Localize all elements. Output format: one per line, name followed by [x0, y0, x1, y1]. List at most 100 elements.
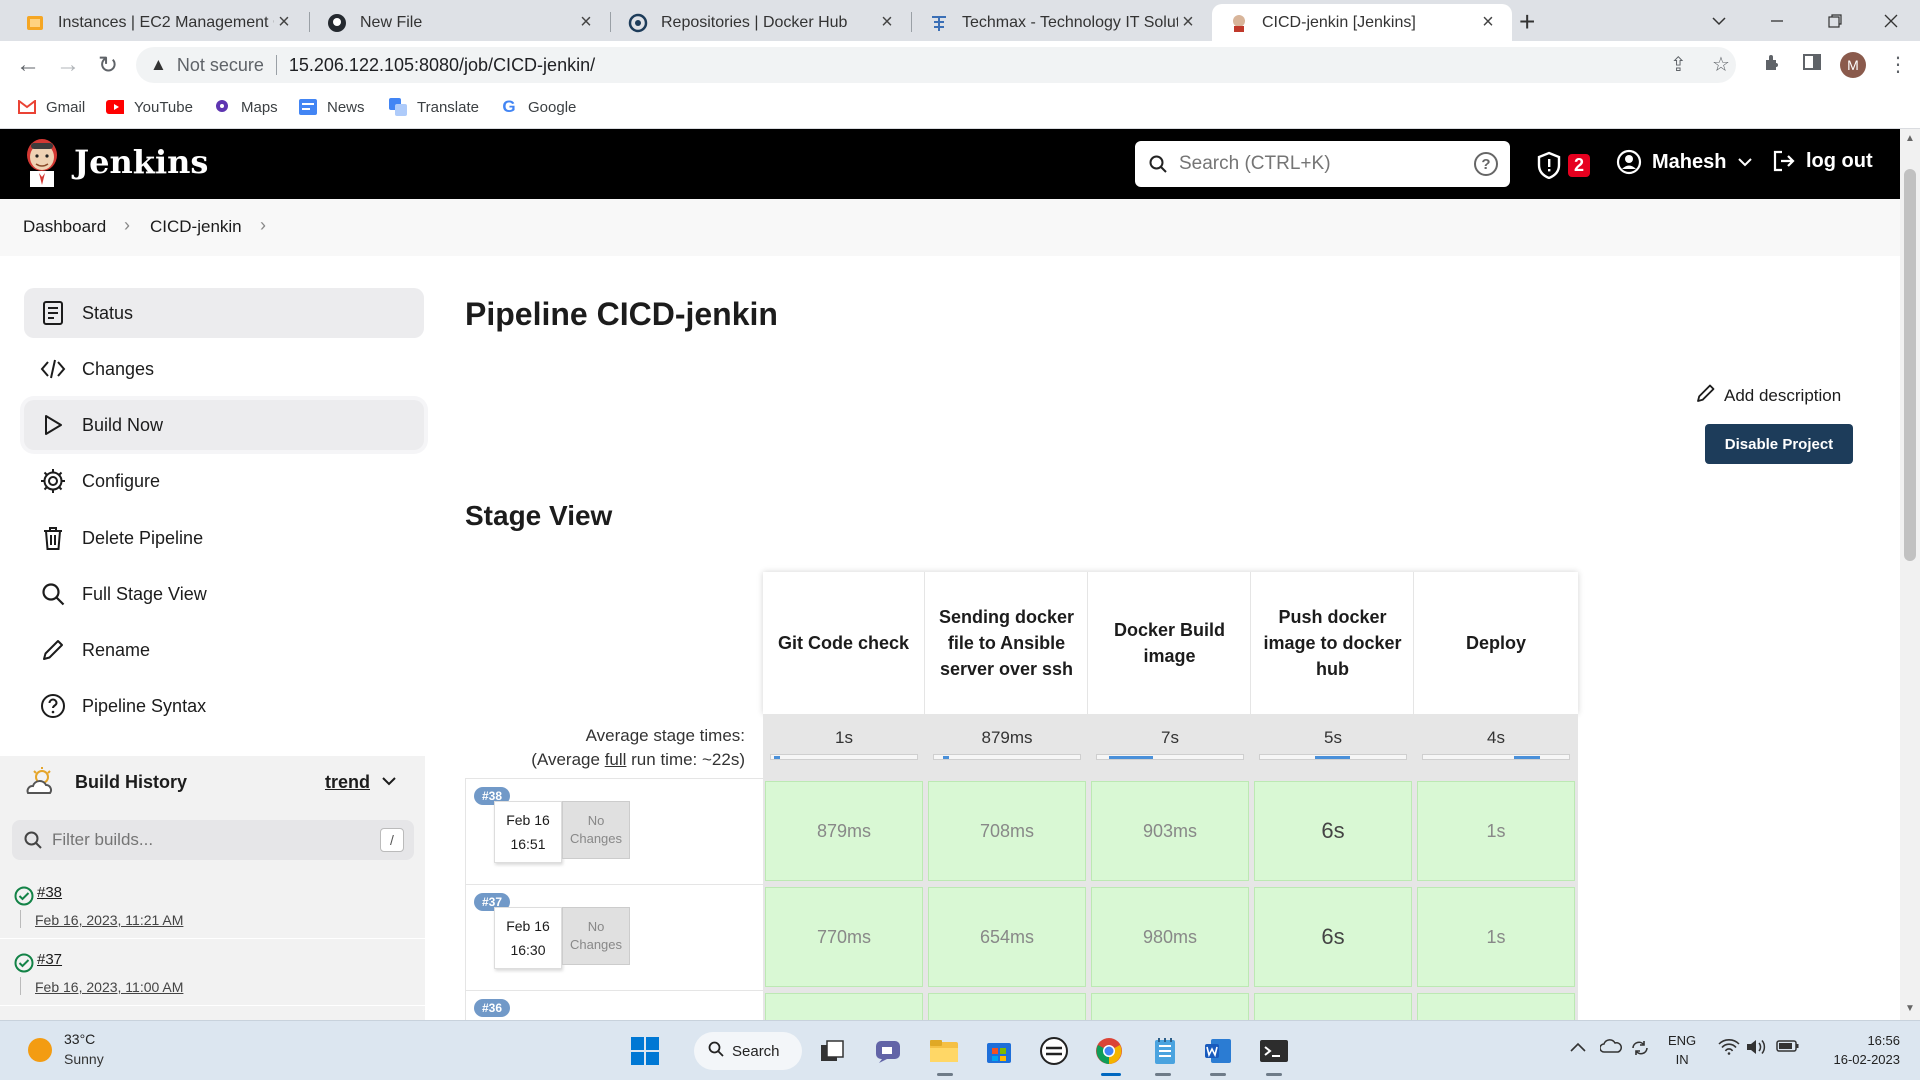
bookmark-youtube[interactable]: YouTube — [106, 98, 193, 116]
profile-avatar[interactable]: M — [1840, 52, 1866, 78]
notepad-icon[interactable] — [1148, 1034, 1182, 1068]
extensions-icon[interactable] — [1762, 52, 1782, 78]
add-description-link[interactable]: Add description — [1696, 383, 1841, 408]
terminal-icon[interactable] — [1257, 1034, 1291, 1068]
microsoft-store-icon[interactable] — [982, 1034, 1016, 1068]
sidebar-item-delete-pipeline[interactable]: Delete Pipeline — [24, 513, 424, 563]
close-icon[interactable]: × — [274, 11, 294, 34]
sidebar-item-full-stage-view[interactable]: Full Stage View — [24, 569, 424, 619]
taskbar-search[interactable]: Search — [694, 1032, 802, 1070]
dell-icon[interactable] — [1037, 1034, 1071, 1068]
stage-cell[interactable]: 6s — [1254, 781, 1412, 881]
bookmark-news[interactable]: News — [299, 98, 365, 116]
search-help-icon[interactable]: ? — [1474, 152, 1498, 176]
build-history-row[interactable]: #38 Feb 16, 2023, 11:21 AM — [0, 872, 425, 938]
sidebar-item-configure[interactable]: Configure — [24, 456, 424, 506]
close-icon[interactable]: × — [1178, 11, 1198, 34]
stage-cell[interactable] — [1254, 993, 1412, 1020]
address-bar[interactable]: ▲ Not secure 15.206.122.105:8080/job/CIC… — [136, 47, 1736, 83]
build-row-info[interactable]: #38 Feb 16 16:51 No Changes — [465, 778, 763, 884]
side-panel-icon[interactable] — [1802, 52, 1822, 78]
language-indicator[interactable]: ENG IN — [1668, 1031, 1696, 1069]
user-menu[interactable]: Mahesh — [1616, 149, 1753, 175]
volume-icon[interactable] — [1746, 1039, 1768, 1060]
jenkins-search-box[interactable]: ? — [1135, 141, 1510, 187]
disable-project-button[interactable]: Disable Project — [1705, 424, 1853, 464]
stage-cell[interactable] — [1091, 993, 1249, 1020]
build-number-link[interactable]: #37 — [37, 951, 62, 968]
build-date-link[interactable]: Feb 16, 2023, 11:00 AM — [35, 979, 183, 995]
stage-cell[interactable] — [928, 993, 1086, 1020]
chevron-right-icon[interactable]: › — [260, 215, 266, 236]
breadcrumb-dashboard[interactable]: Dashboard — [23, 217, 106, 237]
build-filter-box[interactable]: / — [12, 820, 414, 860]
bookmark-maps[interactable]: Maps — [213, 98, 278, 116]
close-window-icon[interactable] — [1862, 0, 1920, 41]
breadcrumb-job[interactable]: CICD-jenkin — [150, 217, 242, 237]
jenkins-search-input[interactable] — [1179, 153, 1459, 175]
sun-icon[interactable] — [28, 1038, 52, 1062]
stage-cell[interactable]: 708ms — [928, 781, 1086, 881]
back-icon[interactable]: ← — [14, 51, 42, 79]
word-icon[interactable] — [1201, 1034, 1235, 1068]
build-history-trend-link[interactable]: trend — [325, 772, 370, 793]
build-history-row[interactable] — [0, 1006, 425, 1020]
system-clock[interactable]: 16:56 16-02-2023 — [1820, 1031, 1901, 1069]
windows-start-icon[interactable] — [628, 1034, 662, 1068]
browser-tab-dockerhub[interactable]: Repositories | Docker Hub × — [611, 4, 911, 41]
scroll-down-icon[interactable]: ▼ — [1905, 1003, 1915, 1014]
build-badge[interactable]: #36 — [474, 999, 511, 1017]
build-date-link[interactable]: Feb 16, 2023, 11:21 AM — [35, 912, 183, 928]
stage-cell[interactable]: 1s — [1417, 781, 1575, 881]
stage-cell[interactable]: 1s — [1417, 887, 1575, 987]
build-row-info[interactable]: #36 — [465, 990, 763, 1020]
sidebar-item-status[interactable]: Status — [24, 288, 424, 338]
chevron-down-icon[interactable] — [382, 773, 396, 791]
browser-tab-techmax[interactable]: Techmax - Technology IT Solution × — [912, 4, 1212, 41]
stage-cell[interactable] — [765, 993, 923, 1020]
weather-temperature[interactable]: 33°C — [64, 1031, 95, 1047]
sync-icon[interactable] — [1630, 1039, 1650, 1062]
scroll-up-icon[interactable]: ▲ — [1905, 133, 1915, 144]
close-icon[interactable]: × — [1478, 11, 1498, 34]
chrome-icon[interactable] — [1092, 1034, 1126, 1068]
teams-chat-icon[interactable] — [871, 1034, 905, 1068]
share-icon[interactable]: ⇪ — [1670, 52, 1687, 77]
sidebar-item-build-now[interactable]: Build Now — [24, 400, 424, 450]
bookmark-google[interactable]: G Google — [500, 97, 576, 116]
browser-tab-github[interactable]: New File × — [310, 4, 610, 41]
security-alerts[interactable]: 2 — [1536, 151, 1591, 179]
logout-link[interactable]: log out — [1772, 149, 1873, 173]
wifi-icon[interactable] — [1718, 1039, 1740, 1060]
bookmark-gmail[interactable]: Gmail — [18, 98, 85, 116]
browser-menu-icon[interactable]: ⋮ — [1888, 52, 1908, 77]
sidebar-item-changes[interactable]: Changes — [24, 344, 424, 394]
restore-icon[interactable] — [1806, 0, 1864, 41]
sidebar-item-pipeline-syntax[interactable]: Pipeline Syntax — [24, 681, 424, 731]
forward-icon[interactable]: → — [54, 51, 82, 79]
scrollbar-thumb[interactable] — [1904, 169, 1916, 561]
tab-search-icon[interactable] — [1690, 0, 1748, 41]
build-history-row[interactable]: #37 Feb 16, 2023, 11:00 AM — [0, 939, 425, 1005]
stage-cell[interactable]: 654ms — [928, 887, 1086, 987]
battery-icon[interactable] — [1776, 1039, 1800, 1058]
build-filter-input[interactable] — [52, 830, 372, 850]
stage-cell[interactable]: 980ms — [1091, 887, 1249, 987]
browser-tab-ec2[interactable]: Instances | EC2 Management Con × — [8, 4, 308, 41]
jenkins-logo-icon[interactable] — [22, 137, 62, 189]
onedrive-icon[interactable] — [1599, 1039, 1622, 1058]
reload-icon[interactable]: ↻ — [94, 51, 122, 80]
build-row-info[interactable]: #37 Feb 16 16:30 No Changes — [465, 884, 763, 990]
bookmark-star-icon[interactable]: ☆ — [1712, 52, 1730, 77]
close-icon[interactable]: × — [877, 11, 897, 34]
close-icon[interactable]: × — [576, 11, 596, 34]
task-view-icon[interactable] — [815, 1034, 849, 1068]
build-number-link[interactable]: #38 — [37, 884, 62, 901]
stage-cell[interactable]: 903ms — [1091, 781, 1249, 881]
stage-cell[interactable] — [1417, 993, 1575, 1020]
weather-condition[interactable]: Sunny — [64, 1051, 104, 1067]
full-run-link[interactable]: full — [605, 750, 627, 769]
url-text[interactable]: 15.206.122.105:8080/job/CICD-jenkin/ — [289, 55, 595, 76]
file-explorer-icon[interactable] — [927, 1034, 961, 1068]
chevron-up-icon[interactable] — [1570, 1039, 1586, 1057]
